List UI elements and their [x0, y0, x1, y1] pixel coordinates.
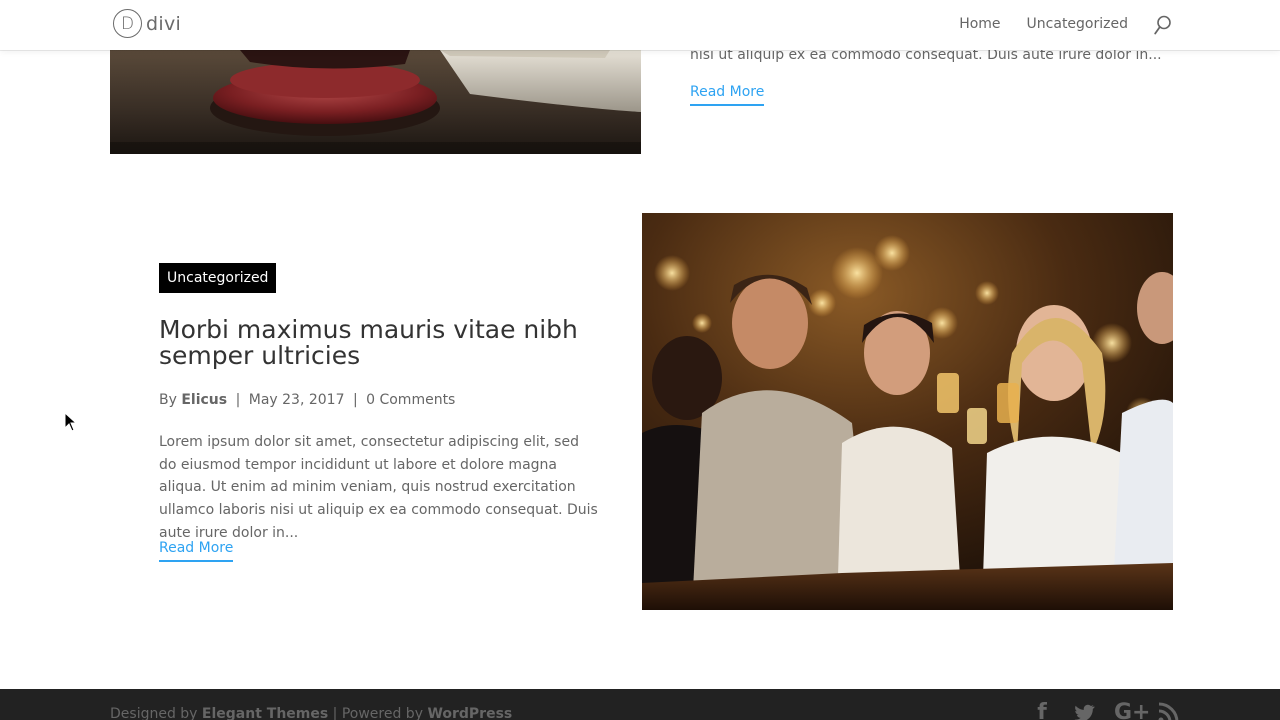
rss-icon[interactable]	[1156, 701, 1180, 720]
post-meta: By Elicus | May 23, 2017 | 0 Comments	[159, 390, 455, 410]
meta-by: By	[159, 392, 177, 408]
meta-separator: |	[352, 392, 358, 408]
meta-author[interactable]: Elicus	[181, 392, 227, 408]
footer-link-wordpress[interactable]: WordPress	[427, 706, 512, 720]
category-badge[interactable]: Uncategorized	[159, 263, 277, 293]
post-excerpt: Lorem ipsum dolor sit amet, consectetur …	[159, 434, 598, 541]
toast-image	[642, 213, 1173, 610]
gavel-image	[110, 50, 641, 154]
read-more-link[interactable]: Read More	[159, 538, 234, 562]
nav-item-uncategorized[interactable]: Uncategorized	[1027, 14, 1128, 34]
read-more-link[interactable]: Read More	[690, 82, 765, 106]
post-thumbnail-gavel[interactable]	[110, 50, 641, 154]
post-title[interactable]: Morbi maximus mauris vitae nibh semper u…	[159, 317, 599, 369]
mouse-cursor-icon	[64, 412, 78, 432]
site-header: D divi Home Uncategorized	[0, 0, 1280, 50]
search-icon[interactable]	[1154, 15, 1172, 35]
footer-designed-by: Designed by	[110, 706, 198, 720]
google-plus-icon[interactable]: G+	[1114, 701, 1151, 720]
meta-separator: |	[235, 392, 241, 408]
logo-text: divi	[146, 12, 182, 35]
site-footer: Designed by Elegant Themes | Powered by …	[0, 689, 1280, 720]
facebook-icon[interactable]: f	[1030, 701, 1054, 720]
meta-comments[interactable]: 0 Comments	[366, 392, 455, 408]
nav-item-home[interactable]: Home	[959, 14, 1000, 34]
twitter-icon[interactable]	[1072, 701, 1096, 720]
logo-mark: D	[113, 9, 142, 38]
footer-credits: Designed by Elegant Themes | Powered by …	[110, 706, 512, 720]
post-thumbnail-toast[interactable]	[642, 213, 1173, 610]
site-logo[interactable]: D divi	[113, 9, 181, 38]
footer-link-elegant-themes[interactable]: Elegant Themes	[202, 706, 328, 720]
meta-date: May 23, 2017	[248, 392, 345, 408]
main-nav: Home Uncategorized	[959, 14, 1172, 35]
social-icons: f G+	[1030, 701, 1180, 720]
footer-powered-by: | Powered by	[332, 706, 423, 720]
